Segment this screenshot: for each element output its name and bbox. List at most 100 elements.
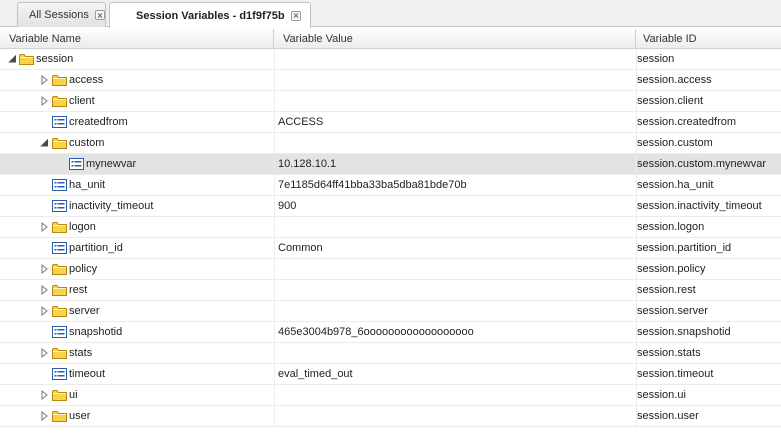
- variable-name: user: [69, 410, 91, 422]
- column-divider: [274, 217, 275, 237]
- tree-row-partition-id[interactable]: partition_id Common session.partition_id: [0, 238, 781, 259]
- variable-value: Common: [278, 242, 323, 254]
- column-divider: [636, 154, 637, 174]
- column-divider: [274, 175, 275, 195]
- collapsed-triangle-icon[interactable]: [40, 306, 49, 316]
- variable-name: access: [69, 74, 104, 86]
- tree-row-custom[interactable]: custom session.custom: [0, 133, 781, 154]
- variable-name: custom: [69, 137, 105, 149]
- variable-value: [278, 217, 632, 237]
- tree-row-logon[interactable]: logon session.logon: [0, 217, 781, 238]
- tree-row-client[interactable]: client session.client: [0, 91, 781, 112]
- variable-name: inactivity_timeout: [69, 200, 154, 212]
- column-divider: [636, 70, 637, 90]
- variable-value: [278, 280, 632, 300]
- folder-icon: [52, 263, 67, 275]
- expanded-triangle-icon[interactable]: [40, 138, 49, 148]
- variable-name: server: [69, 305, 100, 317]
- collapsed-triangle-icon[interactable]: [40, 264, 49, 274]
- tree-row-rest[interactable]: rest session.rest: [0, 280, 781, 301]
- variable-value: 465e3004b978_6oooooooooooooooooo: [278, 326, 474, 338]
- variable-value: [278, 91, 632, 111]
- tree-row-ha-unit[interactable]: ha_unit 7e1185d64ff41bba33ba5dba81bde70b s…: [0, 175, 781, 196]
- column-divider: [274, 133, 275, 153]
- variable-value: 7e1185d64ff41bba33ba5dba81bde70b: [278, 179, 467, 191]
- tree-row-access[interactable]: access session.access: [0, 70, 781, 91]
- close-icon[interactable]: [290, 10, 301, 21]
- column-divider: [636, 322, 637, 342]
- collapsed-triangle-icon[interactable]: [40, 75, 49, 85]
- variable-id: session.createdfrom: [637, 116, 737, 128]
- variable-value: [278, 301, 632, 321]
- column-header-variable-name[interactable]: Variable Name: [0, 29, 274, 49]
- column-divider: [636, 196, 637, 216]
- collapsed-triangle-icon[interactable]: [40, 411, 49, 421]
- variable-icon: [52, 242, 67, 254]
- column-divider: [636, 133, 637, 153]
- tree-row-user[interactable]: user session.user: [0, 406, 781, 427]
- column-divider: [636, 91, 637, 111]
- collapsed-triangle-icon[interactable]: [40, 348, 49, 358]
- tree-row-inactivity-timeout[interactable]: inactivity_timeout 900 session.inactivity_…: [0, 196, 781, 217]
- variable-id: session.custom.mynewvar: [637, 158, 766, 170]
- variable-name: timeout: [69, 368, 106, 380]
- column-header-variable-id[interactable]: Variable ID: [636, 29, 781, 49]
- column-divider: [636, 49, 637, 69]
- tab-strip: All Sessions Session Variables - d1f9f75…: [0, 0, 781, 28]
- variable-value: [278, 259, 632, 279]
- variable-value: ACCESS: [278, 116, 324, 128]
- column-divider: [274, 49, 275, 69]
- collapsed-triangle-icon[interactable]: [40, 96, 49, 106]
- collapsed-triangle-icon[interactable]: [40, 222, 49, 232]
- variable-name: policy: [69, 263, 98, 275]
- variable-id: session.timeout: [637, 368, 714, 380]
- variable-name: client: [69, 95, 95, 107]
- variable-id: session.user: [637, 410, 699, 422]
- collapsed-triangle-icon[interactable]: [40, 285, 49, 295]
- column-divider: [636, 280, 637, 300]
- variable-id: session: [637, 53, 675, 65]
- variable-name: snapshotid: [69, 326, 123, 338]
- folder-icon: [52, 221, 67, 233]
- close-icon[interactable]: [94, 10, 105, 20]
- variable-value: [278, 70, 632, 90]
- tree-row-ui[interactable]: ui session.ui: [0, 385, 781, 406]
- variable-icon: [52, 368, 67, 380]
- variable-value: 10.128.10.1: [278, 158, 337, 170]
- variable-value: eval_timed_out: [278, 368, 353, 380]
- column-divider: [274, 70, 275, 90]
- tree-row-timeout[interactable]: timeout eval_timed_out session.timeout: [0, 364, 781, 385]
- tree-row-server[interactable]: server session.server: [0, 301, 781, 322]
- tab-session-variables[interactable]: Session Variables - d1f9f75b: [109, 2, 311, 28]
- collapsed-triangle-icon[interactable]: [40, 390, 49, 400]
- tree-row-stats[interactable]: stats session.stats: [0, 343, 781, 364]
- column-header-variable-value[interactable]: Variable Value: [274, 29, 636, 49]
- folder-icon: [52, 389, 67, 401]
- tree-row-session[interactable]: session session: [0, 49, 781, 70]
- column-divider: [274, 385, 275, 405]
- tab-all-sessions[interactable]: All Sessions: [17, 2, 106, 27]
- expanded-triangle-icon[interactable]: [8, 54, 17, 64]
- tree-row-createdfrom[interactable]: createdfrom ACCESS session.createdfrom: [0, 112, 781, 133]
- variable-id: session.rest: [637, 284, 696, 296]
- variable-id: session.access: [637, 74, 712, 86]
- variable-name: rest: [69, 284, 88, 296]
- variable-id: session.custom: [637, 137, 713, 149]
- variable-id: session.inactivity_timeout: [637, 200, 762, 212]
- variable-id: session.client: [637, 95, 704, 107]
- variable-id: session.stats: [637, 347, 701, 359]
- variable-value: [278, 343, 632, 363]
- variable-name: partition_id: [69, 242, 123, 254]
- folder-icon: [19, 53, 34, 65]
- session-variables-grid: Variable Name Variable Value Variable ID…: [0, 29, 781, 435]
- tree-row-snapshotid[interactable]: snapshotid 465e3004b978_6oooooooooooooooo…: [0, 322, 781, 343]
- tab-label: Session Variables - d1f9f75b: [136, 9, 285, 22]
- variable-id: session.server: [637, 305, 708, 317]
- variable-id: session.snapshotid: [637, 326, 731, 338]
- column-divider: [274, 154, 275, 174]
- tree-row-mynewvar[interactable]: mynewvar 10.128.10.1 session.custom.mynewv…: [0, 154, 781, 175]
- variable-name: logon: [69, 221, 96, 233]
- tree-row-policy[interactable]: policy session.policy: [0, 259, 781, 280]
- variable-value: [278, 385, 632, 405]
- variable-id: session.partition_id: [637, 242, 732, 254]
